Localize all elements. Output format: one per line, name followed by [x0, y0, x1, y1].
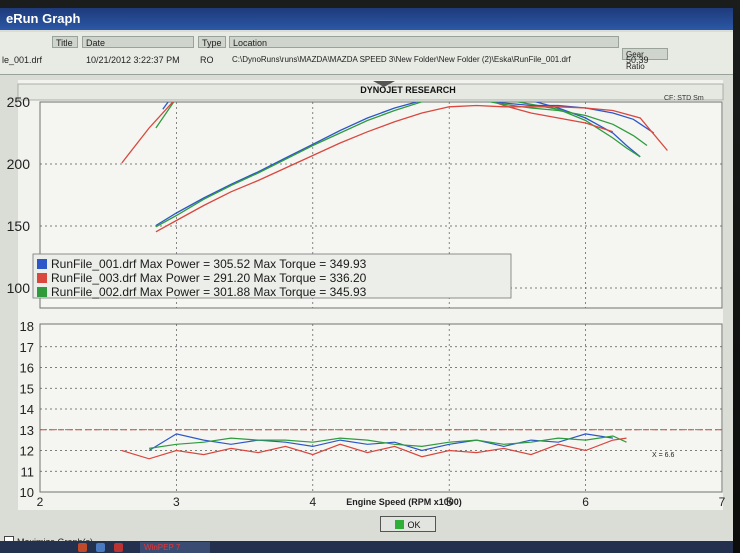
ok-check-icon — [395, 520, 405, 529]
y-tick-label: 15 — [20, 381, 34, 396]
run-graph-window: eRun Graph Title Date Type Location Gear… — [0, 8, 733, 553]
taskbar-app-icon[interactable] — [114, 543, 123, 552]
x-tick-label: 3 — [173, 495, 180, 509]
afr-plot-area — [39, 323, 723, 493]
ok-button[interactable]: OK — [380, 516, 436, 532]
y-tick-label: 100 — [7, 280, 31, 296]
y-tick-label: 18 — [20, 319, 34, 334]
legend-item-run1: RunFile_001.drf Max Power = 305.52 Max T… — [51, 257, 367, 271]
ok-button-label: OK — [407, 520, 421, 530]
legend: RunFile_001.drf Max Power = 305.52 Max T… — [32, 253, 512, 299]
legend-swatch-run3 — [37, 273, 47, 283]
taskbar-app-icon[interactable] — [78, 543, 87, 552]
cursor-annotation: X = 6.6 — [652, 452, 674, 459]
x-tick-label: 2 — [37, 495, 44, 509]
legend-swatch-run2 — [37, 287, 47, 297]
monitor-bezel: eRun Graph Title Date Type Location Gear… — [0, 0, 740, 553]
x-tick-label: 7 — [719, 495, 726, 509]
legend-item-run3: RunFile_003.drf Max Power = 291.20 Max T… — [51, 271, 367, 285]
y-tick-label: 200 — [7, 156, 31, 172]
y-tick-label: 10 — [20, 485, 34, 500]
legend-item-run2: RunFile_002.drf Max Power = 301.88 Max T… — [51, 285, 367, 299]
taskbar — [0, 541, 733, 553]
dyno-chart: DYNOJET RESEARCH CF: STD Sm 100 150 200 250… — [7, 80, 726, 510]
chart-title: DYNOJET RESEARCH — [360, 85, 456, 95]
y-tick-label: 16 — [20, 361, 34, 376]
x-tick-label: 4 — [309, 495, 316, 509]
y-tick-label: 12 — [20, 444, 34, 459]
taskbar-item-winpep[interactable]: WinPEP 7 — [140, 542, 210, 553]
cf-label: CF: STD Sm — [664, 95, 704, 102]
x-tick-label: 6 — [582, 495, 589, 509]
y-tick-label: 17 — [20, 340, 34, 355]
legend-swatch-run1 — [37, 259, 47, 269]
taskbar-app-icon[interactable] — [96, 543, 105, 552]
y-tick-label: 250 — [7, 94, 31, 110]
x-axis-label: Engine Speed (RPM x1000) — [346, 497, 462, 507]
bottom-y-tick-labels: 10 11 12 13 14 15 16 17 18 — [20, 319, 34, 500]
y-tick-label: 13 — [20, 423, 34, 438]
y-tick-label: 11 — [21, 464, 35, 479]
y-tick-label: 14 — [20, 402, 34, 417]
y-tick-label: 150 — [7, 218, 31, 234]
